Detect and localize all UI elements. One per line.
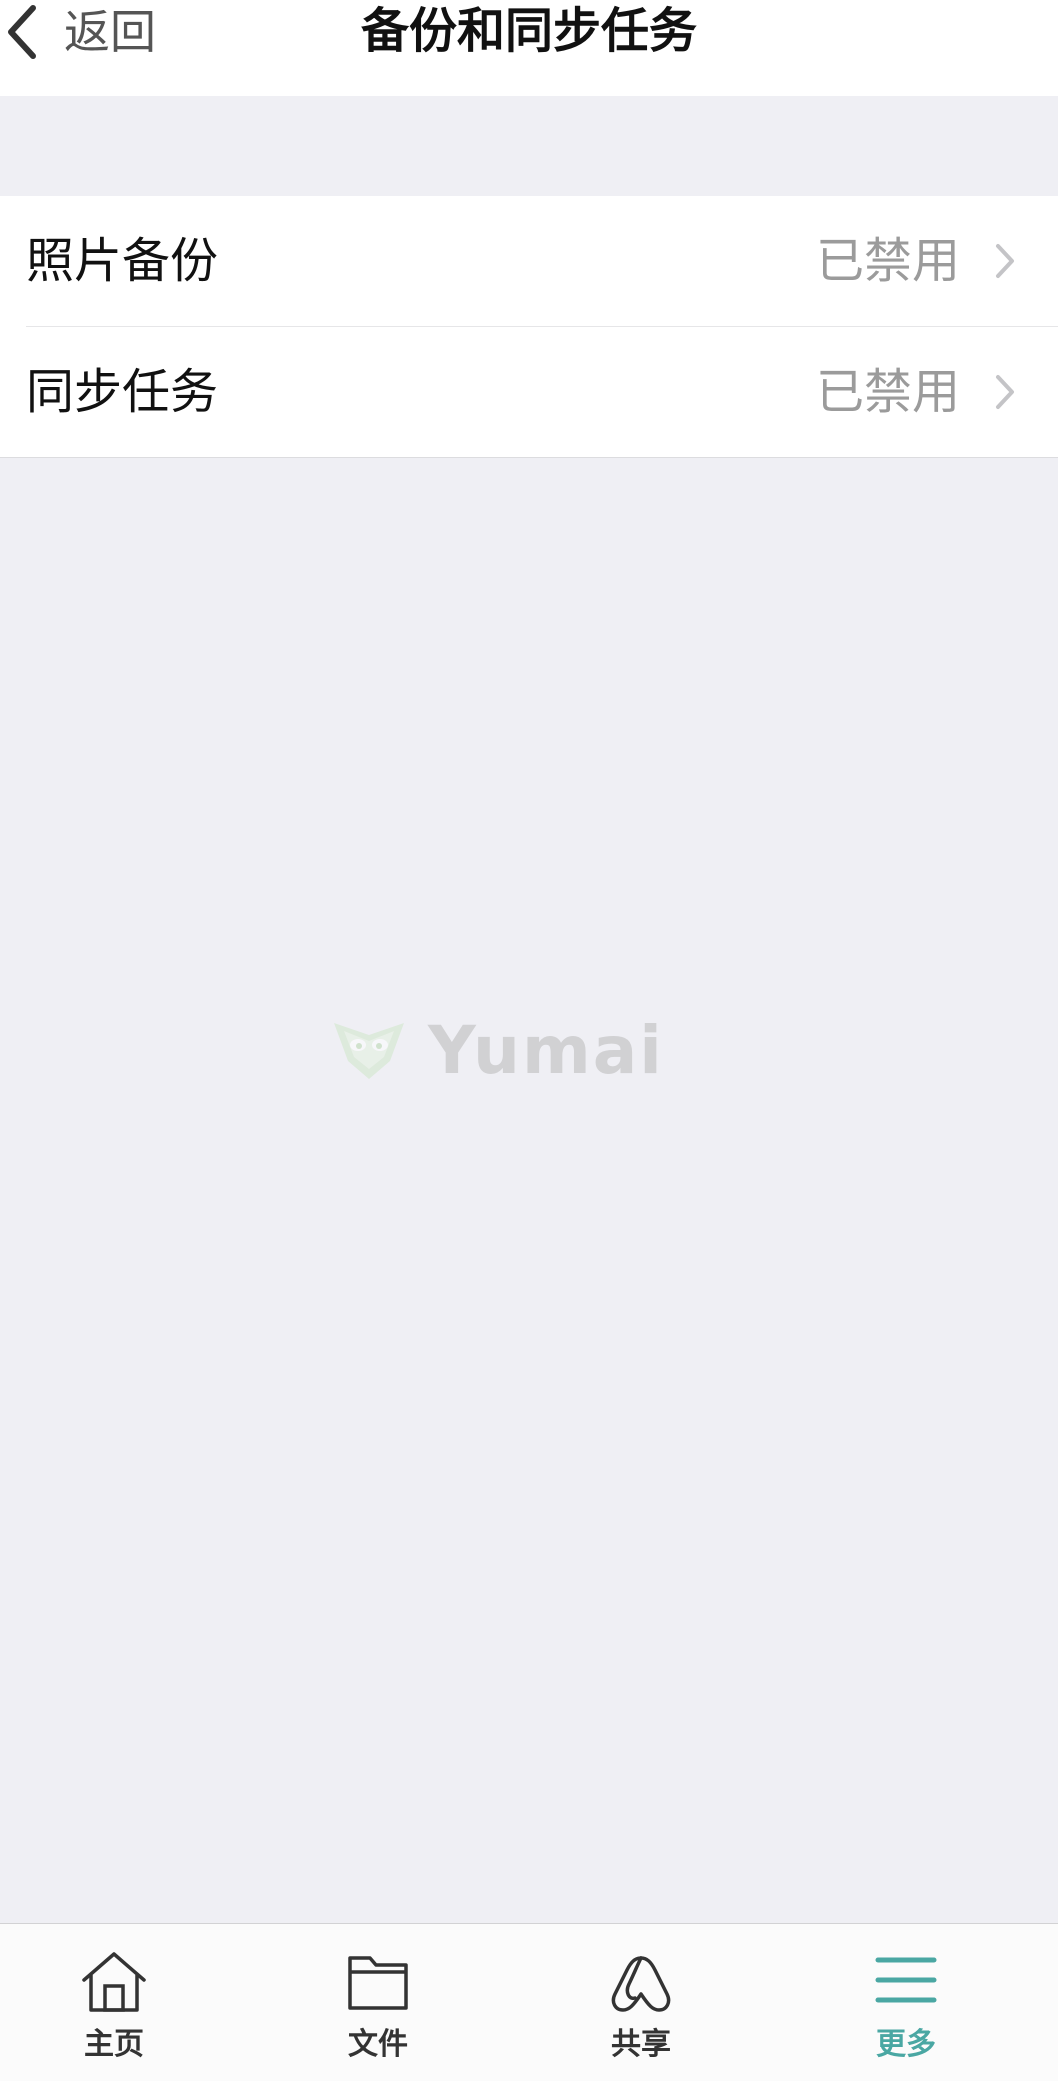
tab-home[interactable]: 主页 [0,1924,228,2081]
tab-files[interactable]: 文件 [228,1924,528,2081]
tab-home-label: 主页 [84,2027,144,2062]
photo-backup-row[interactable]: 照片备份 已禁用 [0,196,1058,326]
watermark: Yumai [332,1018,664,1084]
share-icon [611,1956,671,2012]
menu-icon [875,1957,937,2003]
folder-icon [348,1956,408,2010]
watermark-logo-icon [334,1023,404,1079]
chevron-right-icon [996,244,1014,278]
photo-backup-label: 照片备份 [26,233,219,289]
tab-share-label: 共享 [611,2027,671,2062]
screen: 返回 备份和同步任务 照片备份 已禁用 同步任务 已禁用 Yumai 主页 文件… [0,0,1058,2081]
sync-tasks-status: 已禁用 [815,364,960,420]
home-icon [82,1952,146,2012]
settings-group: 照片备份 已禁用 同步任务 已禁用 [0,196,1058,458]
tab-more-label: 更多 [876,2027,936,2062]
sync-tasks-row[interactable]: 同步任务 已禁用 [0,327,1058,457]
photo-backup-status: 已禁用 [815,233,960,289]
page-title: 备份和同步任务 [360,3,697,59]
navigation-bar: 返回 备份和同步任务 [0,0,1058,96]
row-accessory: 已禁用 [816,196,1016,326]
tab-files-label: 文件 [348,2027,408,2062]
tab-bar: 主页 文件 共享 更多 [0,1923,1058,2081]
tab-share[interactable]: 共享 [528,1924,754,2081]
watermark-text: Yumai [428,1012,664,1089]
sync-tasks-label: 同步任务 [26,364,219,420]
tab-more[interactable]: 更多 [754,1924,1058,2081]
row-accessory: 已禁用 [816,327,1016,457]
chevron-right-icon [996,375,1014,409]
